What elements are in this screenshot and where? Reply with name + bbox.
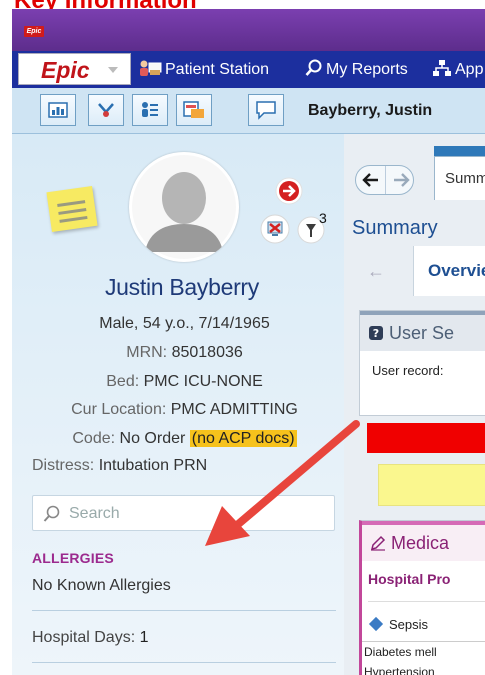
sticky-note-icon[interactable] [46,185,98,233]
history-nav [355,165,414,195]
problem-row[interactable]: Hypertension [364,665,435,675]
distress-label: Distress: [32,457,95,474]
schedule-button[interactable] [176,94,212,126]
storyboard-search[interactable] [32,495,335,532]
medications-card: Medica Hospital Pro Sepsis Diabetes mell… [359,520,485,675]
divider [368,601,485,602]
search-input[interactable] [67,496,326,532]
patient-list-button[interactable] [132,94,168,126]
search-icon [43,505,60,522]
alert-bar-red [367,423,485,453]
search-icon [305,59,322,76]
divider [32,662,336,663]
patient-name-header: Bayberry, Justin [308,102,433,119]
no-monitor-icon[interactable] [260,214,290,244]
hospital-problems-header[interactable]: Hospital Pro [362,561,485,587]
title-bar: Epic [12,9,485,51]
patient-name[interactable]: Justin Bayberry [12,274,344,301]
med-card-title: Medica [391,533,450,553]
location-value: PMC ADMITTING [170,401,298,418]
menu-my-reports-label: My Reports [326,61,408,78]
mrn-label: MRN: [126,344,168,361]
dashboard-button[interactable] [40,94,76,126]
location-line: Cur Location: PMC ADMITTING [12,400,344,420]
acp-docs-flag: (no ACP docs) [189,430,297,447]
edit-pencil-icon [370,535,386,551]
epic-logo: Epic [41,57,90,83]
chat-icon [256,101,276,120]
mrn-value: 85018036 [171,344,243,361]
flag-count-badge: 3 [319,210,327,226]
distress-line: Distress: Intubation PRN [32,457,207,475]
arrow-right-icon [393,173,410,187]
problem-row[interactable]: Sepsis [368,616,429,632]
hospital-days-label: Hospital Days: [32,629,136,646]
code-label: Code: [72,430,116,447]
menu-patient-station[interactable]: Patient Station [138,51,269,88]
org-chart-icon [433,60,451,76]
person-silhouette-icon [132,155,236,259]
allergies-value: No Known Allergies [32,577,171,594]
user-card-title: User Se [389,323,455,343]
chart-review-button[interactable] [88,94,124,126]
code-status-line[interactable]: Code: No Order (no ACP docs) [12,429,344,449]
user-settings-card: ? User Se User record: [359,310,485,416]
epic-window: Epic Epic Patient Station My Reports App [12,9,485,675]
bed-value: PMC ICU-NONE [143,373,263,390]
main-activity-area: Summ Summary ← Overvie ? User Se User re… [344,134,485,675]
mrn-line: MRN: 85018036 [12,343,344,363]
dashboard-icon [48,102,68,118]
user-card-header[interactable]: ? User Se [360,311,485,351]
arrow-left-icon[interactable]: ← [367,261,385,282]
patient-storyboard: 3 Justin Bayberry Male, 54 y.o., 7/14/19… [12,134,344,675]
menu-bar: Epic Patient Station My Reports App [12,51,485,88]
chart-review-icon [98,103,114,117]
med-card-header[interactable]: Medica [362,521,485,561]
bed-line: Bed: PMC ICU-NONE [12,372,344,392]
chevron-down-icon [108,67,118,73]
hospital-days-value: 1 [139,629,149,646]
bed-label: Bed: [106,373,140,390]
location-label: Cur Location: [71,401,167,418]
patient-toolbar: Bayberry, Justin [12,88,485,134]
avatar[interactable] [129,152,239,262]
problem-name: Sepsis [389,617,429,632]
summary-subnav: ← Overvie [361,246,485,296]
arrow-left-icon [361,173,378,187]
menu-app[interactable]: App [432,51,483,88]
problem-row[interactable]: Diabetes mell [364,645,437,659]
alert-bar-yellow [378,464,485,506]
svg-text:?: ? [373,327,379,340]
distress-value: Intubation PRN [98,457,208,474]
demographics: Male, 54 y.o., 7/14/1965 [99,315,270,332]
code-value: No Order [119,430,186,447]
patient-list-icon [142,102,158,117]
menu-app-label: App [455,61,484,78]
allergies-header[interactable]: ALLERGIES [32,550,114,566]
subtab-overview[interactable]: Overvie [413,246,485,296]
forward-button[interactable] [385,166,415,194]
section-title: Summary [352,217,438,239]
chat-button[interactable] [248,94,284,126]
patient-station-icon [140,60,162,76]
isolation-alert-icon[interactable] [275,177,303,205]
user-record-label: User record: [372,363,444,378]
flag-counter[interactable]: 3 [297,210,329,244]
divider [362,641,485,642]
epic-app-icon: Epic [24,26,44,37]
tab-accent [434,146,485,156]
divider [32,610,336,611]
menu-patient-station-label: Patient Station [165,61,270,78]
back-button[interactable] [356,166,385,194]
epic-menu-button[interactable]: Epic [18,53,131,85]
diamond-icon [368,616,384,632]
menu-my-reports[interactable]: My Reports [305,51,408,88]
schedule-icon [183,101,204,118]
tab-summary[interactable]: Summ [434,156,485,200]
hospital-days-line: Hospital Days: 1 [32,629,149,647]
help-icon: ? [369,326,383,340]
